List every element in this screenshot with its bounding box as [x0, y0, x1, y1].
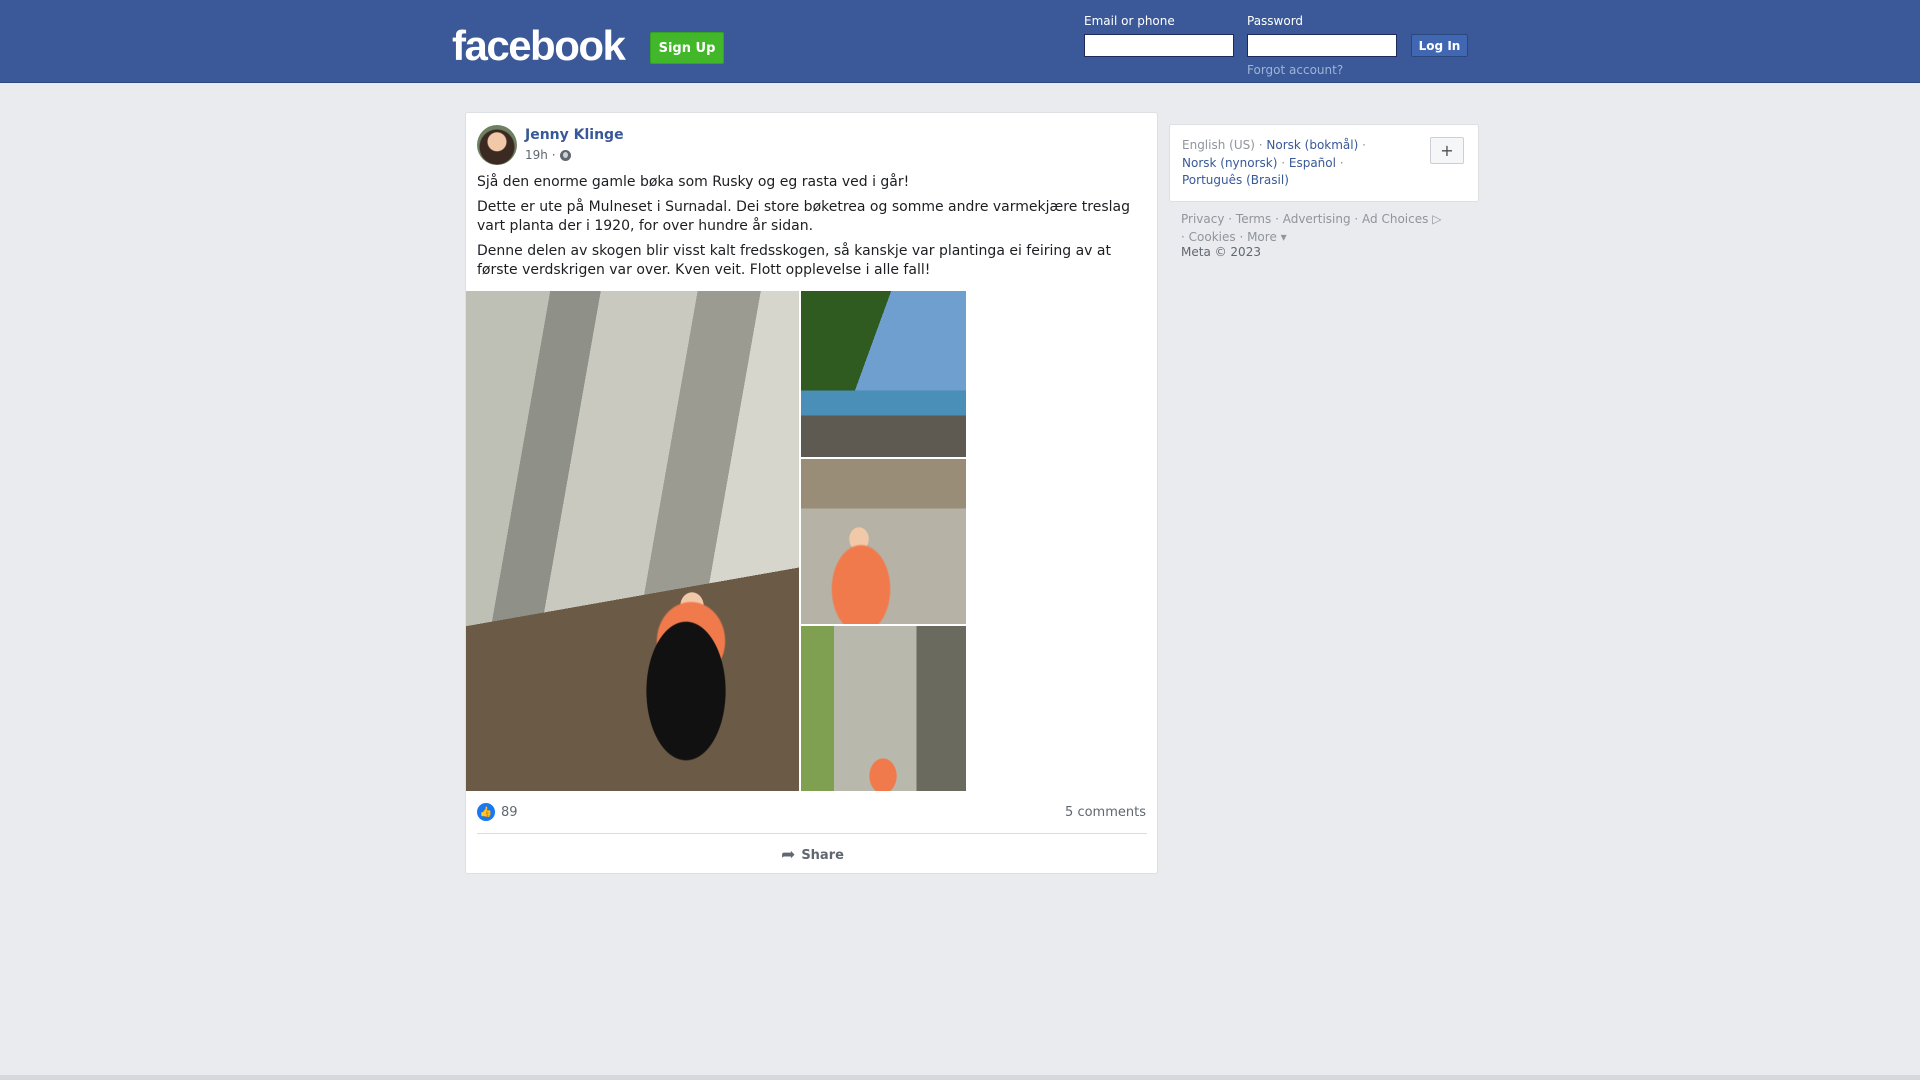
footer-link[interactable]: Ad Choices	[1362, 212, 1428, 226]
like-icon: 👍	[477, 803, 495, 821]
password-field[interactable]	[1247, 34, 1397, 57]
email-label: Email or phone	[1084, 14, 1175, 28]
language-selector: English (US) · Norsk (bokmål) · Norsk (n…	[1169, 124, 1479, 202]
copyright: Meta © 2023	[1181, 245, 1261, 259]
photo-big-tree[interactable]	[801, 626, 966, 791]
like-count: 89	[501, 804, 518, 820]
language-link[interactable]: Español	[1289, 156, 1336, 170]
photo-grid	[466, 291, 1159, 791]
globe-icon	[559, 149, 571, 161]
more-languages-button[interactable]: +	[1430, 137, 1464, 164]
post-text: Sjå den enorme gamle bøka som Rusky og e…	[477, 173, 1147, 286]
share-button[interactable]: ➦ Share	[466, 840, 1159, 870]
forgot-account-link[interactable]: Forgot account?	[1247, 63, 1343, 77]
comment-count[interactable]: 5 comments	[1065, 805, 1146, 820]
footer-link[interactable]: More	[1247, 230, 1277, 244]
divider	[477, 833, 1147, 834]
avatar[interactable]	[477, 125, 517, 165]
login-button[interactable]: Log In	[1411, 34, 1468, 57]
signup-button[interactable]: Sign Up	[650, 32, 724, 64]
email-field[interactable]	[1084, 34, 1234, 57]
post-time[interactable]: 19h ·	[525, 148, 556, 162]
ad-choices-icon: ▷	[1432, 212, 1442, 226]
bottom-edge	[0, 1075, 1920, 1080]
facebook-logo[interactable]: facebook	[452, 22, 626, 70]
post-card: Jenny Klinge 19h · Sjå den enorme gamle …	[465, 112, 1158, 874]
language-link[interactable]: Português (Brasil)	[1182, 173, 1289, 187]
footer-link[interactable]: Cookies	[1189, 230, 1236, 244]
reaction-summary[interactable]: 👍 89	[477, 803, 518, 821]
post-paragraph: Dette er ute på Mulneset i Surnadal. Dei…	[477, 199, 1130, 234]
photo-hugging-tree[interactable]	[801, 459, 966, 624]
language-link[interactable]: Norsk (bokmål)	[1266, 138, 1358, 152]
photo-fjord[interactable]	[801, 291, 966, 457]
post-paragraph: Sjå den enorme gamle bøka som Rusky og e…	[477, 174, 910, 190]
footer-link[interactable]: Terms	[1236, 212, 1271, 226]
share-icon: ➦	[781, 845, 796, 865]
footer-links: Privacy · Terms · Advertising · Ad Choic…	[1181, 212, 1442, 244]
top-bar: facebook Sign Up Email or phone Password…	[0, 0, 1920, 83]
language-link[interactable]: Norsk (nynorsk)	[1182, 156, 1277, 170]
post-paragraph: Denne delen av skogen blir visst kalt fr…	[477, 243, 1111, 278]
post-meta: 19h ·	[525, 148, 571, 162]
caret-down-icon: ▾	[1280, 230, 1287, 244]
language-current: English (US)	[1182, 138, 1255, 152]
password-label: Password	[1247, 14, 1304, 28]
share-label: Share	[801, 847, 844, 863]
photo-tree-with-dog[interactable]	[466, 291, 799, 791]
post-author[interactable]: Jenny Klinge	[525, 127, 624, 143]
footer-link[interactable]: Advertising	[1283, 212, 1351, 226]
footer-link[interactable]: Privacy	[1181, 212, 1224, 226]
